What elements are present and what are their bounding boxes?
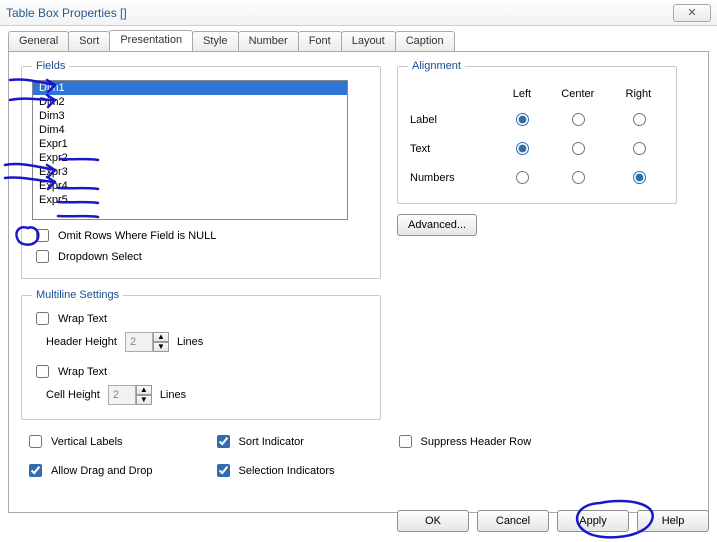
- list-item[interactable]: Dim2: [33, 95, 347, 109]
- tab-strip: General Sort Presentation Style Number F…: [0, 26, 717, 51]
- window-title: Table Box Properties []: [6, 6, 127, 20]
- advanced-button[interactable]: Advanced...: [397, 214, 477, 236]
- radio-label-left[interactable]: [516, 113, 529, 126]
- tab-number[interactable]: Number: [238, 31, 299, 52]
- selection-indicators-label: Selection Indicators: [239, 465, 335, 477]
- tab-sort[interactable]: Sort: [68, 31, 110, 52]
- list-item[interactable]: Expr5: [33, 193, 347, 207]
- selection-indicators-checkbox[interactable]: [217, 464, 230, 477]
- tab-font[interactable]: Font: [298, 31, 342, 52]
- suppress-header-row-label: Suppress Header Row: [421, 436, 532, 448]
- tab-presentation[interactable]: Presentation: [109, 30, 193, 51]
- radio-label-right[interactable]: [633, 113, 646, 126]
- radio-numbers-center[interactable]: [572, 171, 585, 184]
- dropdown-select-label: Dropdown Select: [58, 251, 142, 263]
- fields-listbox[interactable]: Dim1 Dim2 Dim3 Dim4 Expr1 Expr2 Expr3 Ex…: [32, 80, 348, 220]
- allow-drag-drop-label: Allow Drag and Drop: [51, 465, 153, 477]
- header-lines-label: Lines: [177, 336, 203, 348]
- sort-indicator-checkbox[interactable]: [217, 435, 230, 448]
- header-height-up[interactable]: ▲: [153, 332, 169, 342]
- align-col-center: Center: [545, 84, 611, 104]
- radio-label-center[interactable]: [572, 113, 585, 126]
- list-item[interactable]: Expr1: [33, 137, 347, 151]
- tab-layout[interactable]: Layout: [341, 31, 396, 52]
- omit-null-label: Omit Rows Where Field is NULL: [58, 230, 216, 242]
- wrap-text-header-checkbox[interactable]: [36, 312, 49, 325]
- vertical-labels-label: Vertical Labels: [51, 436, 123, 448]
- align-row-numbers: Numbers: [410, 164, 499, 191]
- close-icon: ✕: [687, 6, 696, 19]
- align-row-label: Label: [410, 106, 499, 133]
- dialog-button-bar: OK Cancel Apply Help: [8, 506, 709, 536]
- align-row-text: Text: [410, 135, 499, 162]
- tab-caption[interactable]: Caption: [395, 31, 455, 52]
- alignment-group: Alignment Left Center Right Label: [397, 60, 677, 204]
- cell-height-label: Cell Height: [46, 389, 100, 401]
- list-item[interactable]: Dim1: [33, 81, 347, 95]
- help-button[interactable]: Help: [637, 510, 709, 532]
- cell-height-input[interactable]: [108, 385, 136, 405]
- tab-general[interactable]: General: [8, 31, 69, 52]
- presentation-panel: Fields Dim1 Dim2 Dim3 Dim4 Expr1 Expr2 E…: [8, 51, 709, 513]
- header-height-input[interactable]: [125, 332, 153, 352]
- list-item[interactable]: Expr3: [33, 165, 347, 179]
- cell-height-down[interactable]: ▼: [136, 395, 152, 405]
- omit-null-checkbox[interactable]: [36, 229, 49, 242]
- align-col-left: Left: [501, 84, 543, 104]
- apply-button[interactable]: Apply: [557, 510, 629, 532]
- dropdown-select-checkbox[interactable]: [36, 250, 49, 263]
- fields-legend: Fields: [32, 60, 69, 72]
- cancel-button[interactable]: Cancel: [477, 510, 549, 532]
- cell-lines-label: Lines: [160, 389, 186, 401]
- header-height-down[interactable]: ▼: [153, 342, 169, 352]
- list-item[interactable]: Expr2: [33, 151, 347, 165]
- list-item[interactable]: Expr4: [33, 179, 347, 193]
- list-item[interactable]: Dim3: [33, 109, 347, 123]
- wrap-text-header-label: Wrap Text: [58, 313, 107, 325]
- suppress-header-row-checkbox[interactable]: [399, 435, 412, 448]
- cell-height-up[interactable]: ▲: [136, 385, 152, 395]
- sort-indicator-label: Sort Indicator: [239, 436, 304, 448]
- multiline-legend: Multiline Settings: [32, 289, 123, 301]
- radio-text-left[interactable]: [516, 142, 529, 155]
- ok-button[interactable]: OK: [397, 510, 469, 532]
- vertical-labels-checkbox[interactable]: [29, 435, 42, 448]
- radio-text-center[interactable]: [572, 142, 585, 155]
- fields-group: Fields Dim1 Dim2 Dim3 Dim4 Expr1 Expr2 E…: [21, 60, 381, 279]
- multiline-group: Multiline Settings Wrap Text Header Heig…: [21, 289, 381, 420]
- header-height-label: Header Height: [46, 336, 117, 348]
- radio-numbers-right[interactable]: [633, 171, 646, 184]
- alignment-legend: Alignment: [408, 60, 465, 72]
- titlebar: Table Box Properties [] ✕: [0, 0, 717, 26]
- tab-style[interactable]: Style: [192, 31, 238, 52]
- window-close-button[interactable]: ✕: [673, 4, 711, 22]
- list-item[interactable]: Dim4: [33, 123, 347, 137]
- wrap-text-cell-label: Wrap Text: [58, 366, 107, 378]
- allow-drag-drop-checkbox[interactable]: [29, 464, 42, 477]
- radio-numbers-left[interactable]: [516, 171, 529, 184]
- radio-text-right[interactable]: [633, 142, 646, 155]
- wrap-text-cell-checkbox[interactable]: [36, 365, 49, 378]
- align-col-right: Right: [613, 84, 664, 104]
